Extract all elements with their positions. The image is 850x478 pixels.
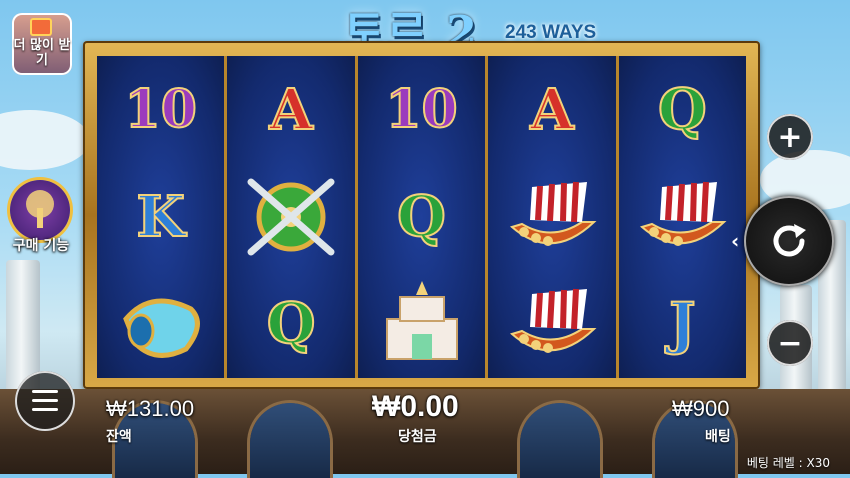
symbol-Q: Q (396, 183, 447, 251)
symbol-cell: A (488, 56, 615, 163)
reel-4: A (485, 56, 616, 378)
reels-area: 10 K A Q 10 Q A Q J (97, 56, 747, 378)
balance-value: ₩131.00 (106, 396, 195, 421)
more-rewards-button[interactable]: 더 많이 받기 (12, 13, 72, 75)
symbol-cell (227, 163, 354, 270)
reel-1: 10 K (97, 56, 225, 378)
temple-icon (385, 281, 458, 361)
horn-icon (122, 298, 200, 359)
buy-feature-label: 구매 기능 (12, 238, 70, 254)
more-rewards-label: 더 많이 받기 (13, 38, 71, 68)
ship-icon (509, 181, 597, 246)
symbol-K: K (135, 183, 186, 251)
plus-icon: + (777, 119, 803, 155)
menu-icon-line (32, 408, 58, 411)
symbol-10: 10 (124, 78, 198, 141)
win-value: ₩0.00 (372, 390, 459, 423)
bet-label: 배팅 (705, 429, 731, 445)
bet-increase-button[interactable]: + (767, 114, 813, 160)
chevron-left-icon[interactable]: ‹ (731, 229, 739, 253)
bet-value: ₩900 (672, 396, 730, 421)
gift-icon (30, 18, 52, 36)
symbol-cell: 10 (97, 56, 224, 163)
symbol-Q: Q (657, 76, 708, 144)
symbol-cell (97, 271, 224, 378)
refresh-icon (773, 224, 806, 257)
ship-icon (640, 181, 727, 246)
reel-3: 10 Q (354, 56, 486, 378)
symbol-cell: J (619, 271, 746, 378)
symbol-J: J (668, 290, 696, 358)
decorative-arch (520, 403, 600, 478)
bet-level: 베팅 레벨 : X30 (746, 456, 830, 470)
symbol-cell (488, 163, 615, 270)
ship-icon (509, 289, 597, 354)
symbol-cell: K (97, 163, 224, 270)
symbol-cell: Q (227, 271, 354, 378)
symbol-cell (358, 271, 485, 378)
reel-5: QJ (615, 56, 747, 378)
menu-icon-line (32, 399, 58, 402)
buy-feature-button[interactable]: 구매 기능 (1, 180, 81, 260)
symbol-A: A (268, 76, 313, 144)
balance-label: 잔액 (106, 429, 132, 445)
symbol-cell (619, 163, 746, 270)
symbol-Q: Q (266, 290, 317, 358)
win-label: 당첨금 (398, 429, 437, 445)
spin-button[interactable] (744, 196, 834, 286)
symbol-cell: Q (619, 56, 746, 163)
decorative-arch (250, 403, 330, 478)
symbol-cell: A (227, 56, 354, 163)
menu-icon-line (32, 390, 58, 393)
symbol-cell: Q (358, 163, 485, 270)
symbol-cell: 10 (358, 56, 485, 163)
background-cloud (0, 110, 90, 170)
symbol-A: A (529, 76, 574, 144)
tree-icon (10, 180, 70, 240)
menu-button[interactable] (15, 371, 75, 431)
game-title: 토르 2 243 WAYS (330, 0, 620, 58)
bet-decrease-button[interactable]: − (767, 320, 813, 366)
reel-2: AQ (224, 56, 355, 378)
symbol-10: 10 (384, 78, 458, 141)
symbol-cell (488, 271, 615, 378)
shield-icon (247, 178, 335, 256)
minus-icon: − (777, 325, 803, 361)
